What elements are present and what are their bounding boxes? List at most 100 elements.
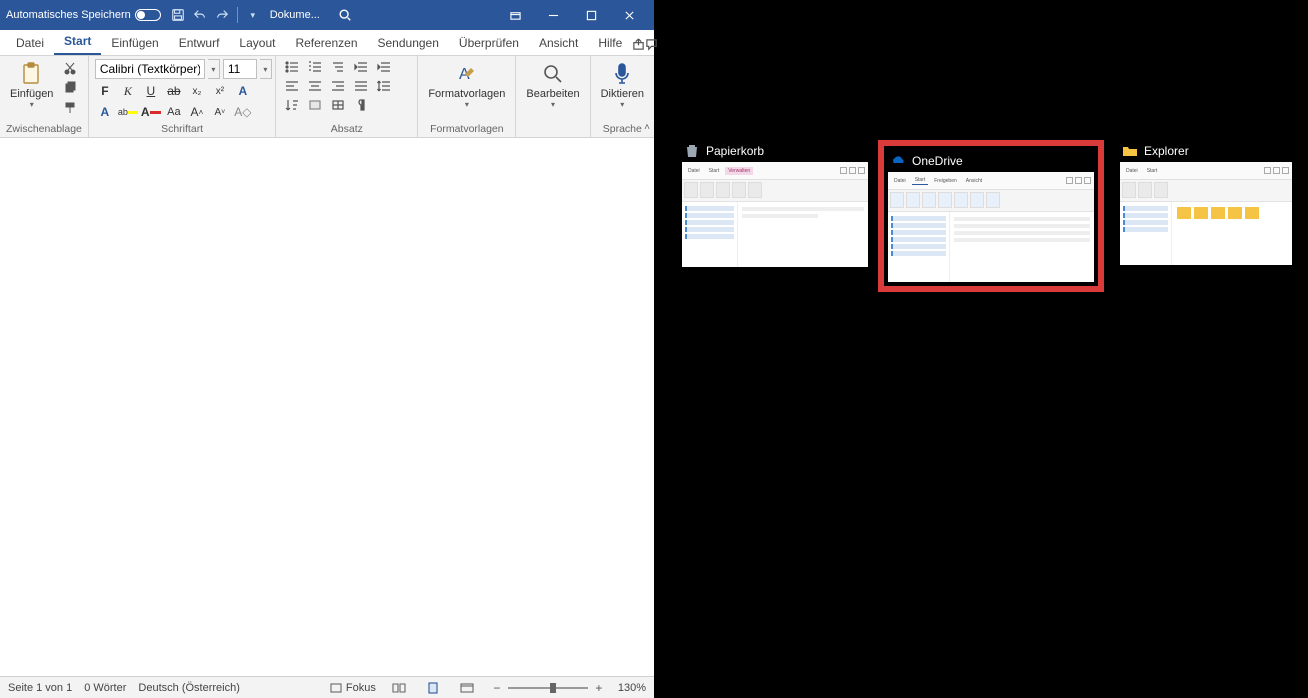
format-painter-icon[interactable] [61,99,79,116]
font-color-button[interactable]: A [141,103,161,121]
status-page[interactable]: Seite 1 von 1 [8,682,72,694]
grow-font-button[interactable]: A˄ [187,103,207,121]
tab-hilfe[interactable]: Hilfe [588,32,632,55]
folder-icon [1122,143,1138,159]
bold-button[interactable]: F [95,82,115,100]
onedrive-icon [890,153,906,169]
shading-icon[interactable] [305,97,325,113]
font-name-input[interactable] [95,59,205,79]
recycle-bin-icon [684,143,700,159]
web-layout-icon[interactable] [456,679,478,697]
group-label-paragraph: Absatz [282,122,411,135]
change-case-button[interactable]: Aa [164,103,184,121]
zoom-out-button[interactable]: − [490,681,504,695]
text-effects-icon[interactable]: A [233,82,253,100]
save-icon[interactable] [167,4,189,26]
align-left-icon[interactable] [282,78,302,94]
ribbon-display-icon[interactable] [496,0,534,30]
maximize-button[interactable] [572,0,610,30]
decrease-indent-icon[interactable] [351,59,371,75]
multilevel-icon[interactable] [328,59,348,75]
status-language[interactable]: Deutsch (Österreich) [138,682,239,694]
align-center-icon[interactable] [305,78,325,94]
styles-button[interactable]: A Formatvorlagen ▾ [424,59,509,111]
group-clipboard: Einfügen ▾ Zwischenablage [0,56,89,137]
undo-icon[interactable] [189,4,211,26]
justify-icon[interactable] [351,78,371,94]
group-styles: A Formatvorlagen ▾ Formatvorlagen [418,56,516,137]
underline-button[interactable]: U [141,82,161,100]
autosave-toggle[interactable] [135,9,161,21]
close-button[interactable] [610,0,648,30]
bullets-icon[interactable] [282,59,302,75]
redo-icon[interactable] [211,4,233,26]
font-name-dropdown[interactable]: ▾ [208,59,220,79]
document-area[interactable] [0,138,654,676]
status-word-count[interactable]: 0 Wörter [84,682,126,694]
font-size-input[interactable] [223,59,257,79]
strikethrough-button[interactable]: ab [164,82,184,100]
ribbon-tabs: Datei Start Einfügen Entwurf Layout Refe… [0,30,654,56]
dictate-button[interactable]: Diktieren ▾ [597,59,648,111]
align-right-icon[interactable] [328,78,348,94]
ribbon: Einfügen ▾ Zwischenablage ▾ ▾ [0,56,654,138]
titlebar: Automatisches Speichern ▾ Dokume... [0,0,654,30]
zoom-level[interactable]: 130% [618,682,646,694]
tab-ansicht[interactable]: Ansicht [529,32,588,55]
superscript-button[interactable]: x² [210,82,230,100]
tab-sendungen[interactable]: Sendungen [368,32,449,55]
zoom-in-button[interactable]: + [592,681,606,695]
comments-icon[interactable] [645,33,658,55]
page[interactable] [0,138,654,676]
task-thumb-explorer[interactable]: Explorer DateiStart [1120,140,1292,265]
document-title: Dokume... [270,9,320,21]
group-label-styles: Formatvorlagen [424,122,509,135]
task-thumb-onedrive[interactable]: OneDrive DateiStartFreigebenAnsicht [878,140,1104,292]
italic-button[interactable]: K [118,82,138,100]
borders-icon[interactable] [328,97,348,113]
task-thumb-label: Papierkorb [706,144,764,158]
autosave-label: Automatisches Speichern [6,9,131,21]
tab-layout[interactable]: Layout [229,32,285,55]
tab-start[interactable]: Start [54,30,101,55]
print-layout-icon[interactable] [422,679,444,697]
task-thumb-label: Explorer [1144,144,1189,158]
statusbar: Seite 1 von 1 0 Wörter Deutsch (Österrei… [0,676,654,698]
editing-button[interactable]: Bearbeiten ▾ [522,59,583,111]
sort-icon[interactable] [282,97,302,113]
tab-referenzen[interactable]: Referenzen [285,32,367,55]
group-editing: Bearbeiten ▾ [516,56,590,137]
font-size-dropdown[interactable]: ▾ [260,59,272,79]
text-fill-icon[interactable]: A [95,103,115,121]
show-marks-icon[interactable] [351,97,371,113]
shrink-font-button[interactable]: A˅ [210,103,230,121]
highlight-button[interactable]: ab [118,103,138,121]
collapse-ribbon-icon[interactable]: ˄ [644,122,650,133]
group-label-clipboard: Zwischenablage [6,122,82,135]
zoom-slider[interactable]: − + [490,681,606,695]
line-spacing-icon[interactable] [374,78,394,94]
group-paragraph: Absatz [276,56,418,137]
focus-mode-button[interactable]: Fokus [329,679,376,697]
numbering-icon[interactable] [305,59,325,75]
group-label-font: Schriftart [95,122,269,135]
tab-ueberpruefen[interactable]: Überprüfen [449,32,529,55]
copy-icon[interactable] [61,79,79,96]
minimize-button[interactable] [534,0,572,30]
task-thumb-papierkorb[interactable]: Papierkorb DateiStartVerwalten [682,140,868,267]
paste-button[interactable]: Einfügen ▾ [6,59,57,111]
group-label-dictate: Sprache [597,122,648,135]
search-icon[interactable] [334,4,356,26]
cut-icon[interactable] [61,59,79,76]
read-mode-icon[interactable] [388,679,410,697]
increase-indent-icon[interactable] [374,59,394,75]
subscript-button[interactable]: x₂ [187,82,207,100]
clear-format-button[interactable]: A◇ [233,103,253,121]
tab-datei[interactable]: Datei [6,32,54,55]
share-icon[interactable] [632,33,645,55]
tab-einfuegen[interactable]: Einfügen [101,32,168,55]
tab-entwurf[interactable]: Entwurf [169,32,230,55]
group-font: ▾ ▾ F K U ab x₂ x² A A ab A Aa [89,56,276,137]
qat-customize-icon[interactable]: ▾ [242,4,264,26]
word-window: Automatisches Speichern ▾ Dokume... [0,0,654,698]
